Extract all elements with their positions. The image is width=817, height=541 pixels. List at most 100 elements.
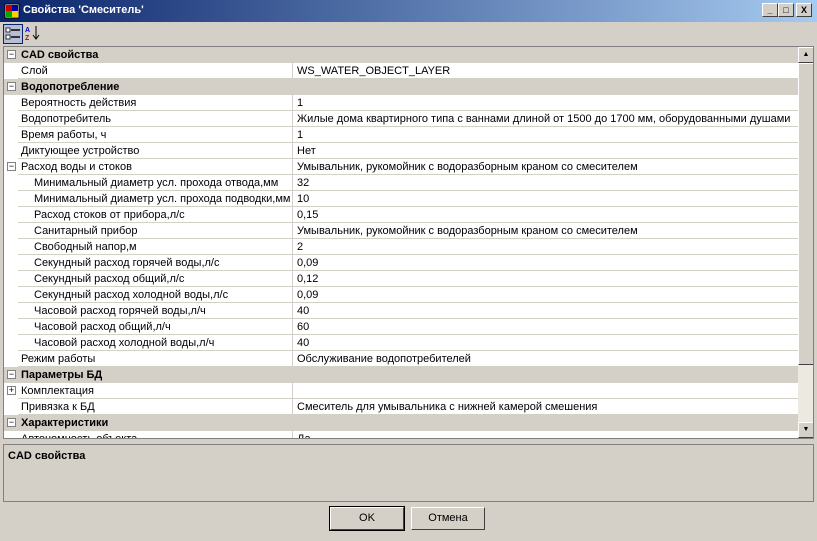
property-value[interactable]: Обслуживание водопотребителей: [294, 351, 798, 367]
property-name: Свободный напор,м: [18, 239, 293, 255]
property-value[interactable]: 40: [294, 335, 798, 351]
row-gutter: −: [4, 367, 18, 383]
row-gutter: [4, 223, 18, 239]
property-name: Вероятность действия: [18, 95, 293, 111]
property-row[interactable]: Секундный расход общий,л/с 0,12: [4, 271, 798, 287]
category-row[interactable]: − Характеристики: [4, 415, 798, 431]
property-row[interactable]: Минимальный диаметр усл. прохода подводк…: [4, 191, 798, 207]
category-label: Характеристики: [21, 417, 109, 429]
property-row[interactable]: Привязка к БД Смеситель для умывальника с…: [4, 399, 798, 415]
collapse-icon[interactable]: −: [7, 162, 16, 171]
property-row[interactable]: − Расход воды и стоков Умывальник, рукомой…: [4, 159, 798, 175]
minimize-button[interactable]: _: [762, 3, 778, 17]
property-row[interactable]: Режим работы Обслуживание водопотребителе…: [4, 351, 798, 367]
category-row[interactable]: − Водопотребление: [4, 79, 798, 95]
toolbar: A Z: [0, 22, 817, 46]
row-gutter: [4, 207, 18, 223]
property-row[interactable]: Минимальный диаметр усл. прохода отвода,…: [4, 175, 798, 191]
expand-icon[interactable]: +: [7, 386, 16, 395]
property-row[interactable]: Водопотребитель Жилые дома квартирного ти…: [4, 111, 798, 127]
row-gutter: [4, 111, 18, 127]
close-button[interactable]: X: [796, 3, 812, 17]
categorized-view-button[interactable]: [3, 24, 23, 44]
property-name: Секундный расход холодной воды,л/с: [18, 287, 293, 303]
property-row[interactable]: Часовой расход общий,л/ч 60: [4, 319, 798, 335]
property-row[interactable]: Время работы, ч1: [4, 127, 798, 143]
property-value[interactable]: 1: [294, 127, 798, 143]
property-value[interactable]: WS_WATER_OBJECT_LAYER: [294, 63, 798, 79]
row-gutter: [4, 143, 18, 159]
property-value[interactable]: 60: [294, 319, 798, 335]
row-gutter: −: [4, 415, 18, 431]
row-gutter: [4, 303, 18, 319]
property-value[interactable]: [294, 383, 798, 399]
property-value[interactable]: 0,09: [294, 287, 798, 303]
property-value[interactable]: Смеситель для умывальника с нижней камер…: [294, 399, 798, 415]
row-gutter: −: [4, 79, 18, 95]
property-row[interactable]: + Комплектация: [4, 383, 798, 399]
sort-az-icon: A Z: [25, 26, 40, 42]
maximize-button[interactable]: □: [778, 3, 794, 17]
property-value[interactable]: 2: [294, 239, 798, 255]
property-value[interactable]: Умывальник, рукомойник с водоразборным к…: [294, 223, 798, 239]
property-row[interactable]: Часовой расход горячей воды,л/ч 40: [4, 303, 798, 319]
property-row[interactable]: Секундный расход холодной воды,л/с 0,09: [4, 287, 798, 303]
row-gutter: +: [4, 383, 18, 399]
row-gutter: [4, 335, 18, 351]
property-rows: − CAD свойства Слой WS_WATER_OBJECT_LAYER − В…: [4, 47, 798, 438]
row-gutter: [4, 431, 18, 438]
ok-button[interactable]: OK: [329, 506, 405, 531]
row-gutter: [4, 239, 18, 255]
row-gutter: [4, 63, 18, 79]
property-value[interactable]: 0,15: [294, 207, 798, 223]
category-label: Параметры БД: [21, 369, 103, 381]
property-name: Часовой расход горячей воды,л/ч: [18, 303, 293, 319]
collapse-icon[interactable]: −: [7, 418, 16, 427]
property-value[interactable]: 0,12: [294, 271, 798, 287]
row-gutter: [4, 271, 18, 287]
property-value[interactable]: 32: [294, 175, 798, 191]
property-row[interactable]: Санитарный прибор Умывальник, рукомойник …: [4, 223, 798, 239]
cancel-button[interactable]: Отмена: [411, 507, 485, 530]
property-value[interactable]: 10: [294, 191, 798, 207]
property-row[interactable]: Диктующее устройство Нет: [4, 143, 798, 159]
description-title: CAD свойства: [8, 450, 86, 462]
property-value[interactable]: 1: [294, 95, 798, 111]
property-name: Водопотребитель: [18, 111, 293, 127]
collapse-icon[interactable]: −: [7, 370, 16, 379]
svg-text:Z: Z: [25, 35, 30, 42]
title-bar[interactable]: Свойства 'Смеситель' _ □ X: [0, 0, 817, 22]
property-value[interactable]: 0,09: [294, 255, 798, 271]
property-row[interactable]: Слой WS_WATER_OBJECT_LAYER: [4, 63, 798, 79]
property-value[interactable]: Жилые дома квартирного типа с ваннами дл…: [294, 111, 798, 127]
property-name: Расход воды и стоков: [18, 159, 293, 175]
property-grid[interactable]: − CAD свойства Слой WS_WATER_OBJECT_LAYER − В…: [3, 46, 814, 439]
property-row[interactable]: Автономность объекта Да: [4, 431, 798, 438]
category-row[interactable]: − Параметры БД: [4, 367, 798, 383]
property-row[interactable]: Часовой расход холодной воды,л/ч 40: [4, 335, 798, 351]
property-name: Минимальный диаметр усл. прохода подводк…: [18, 191, 293, 207]
row-gutter: [4, 255, 18, 271]
alphabetical-sort-button[interactable]: A Z: [24, 24, 44, 44]
property-row[interactable]: Расход стоков от прибора,л/с 0,15: [4, 207, 798, 223]
row-gutter: [4, 175, 18, 191]
category-row[interactable]: − CAD свойства: [4, 47, 798, 63]
vertical-scrollbar[interactable]: ▲ ▼: [798, 47, 813, 438]
scroll-thumb[interactable]: [798, 63, 813, 365]
property-value[interactable]: Да: [294, 431, 798, 438]
svg-text:A: A: [25, 27, 30, 34]
scroll-down-button[interactable]: ▼: [798, 422, 813, 438]
property-value[interactable]: Нет: [294, 143, 798, 159]
property-row[interactable]: Свободный напор,м 2: [4, 239, 798, 255]
app-icon: [4, 3, 20, 19]
collapse-icon[interactable]: −: [7, 82, 16, 91]
property-row[interactable]: Вероятность действия 1: [4, 95, 798, 111]
row-gutter: [4, 191, 18, 207]
property-value[interactable]: 40: [294, 303, 798, 319]
property-row[interactable]: Секундный расход горячей воды,л/с 0,09: [4, 255, 798, 271]
scroll-up-button[interactable]: ▲: [798, 47, 813, 63]
row-gutter: [4, 287, 18, 303]
property-value[interactable]: Умывальник, рукомойник с водоразборным к…: [294, 159, 798, 175]
property-name: Расход стоков от прибора,л/с: [18, 207, 293, 223]
collapse-icon[interactable]: −: [7, 50, 16, 59]
